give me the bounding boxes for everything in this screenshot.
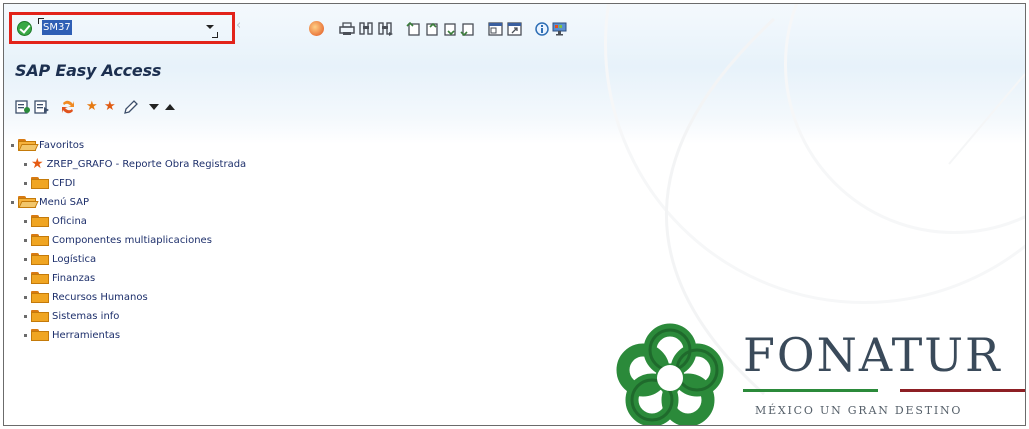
- tree-node-oficina[interactable]: Oficina: [24, 212, 87, 230]
- command-field[interactable]: SM37: [38, 18, 218, 38]
- system-toolbar: SM37 ‹: [4, 4, 1025, 54]
- tree-node-logistica[interactable]: Logística: [24, 250, 96, 268]
- command-field-value[interactable]: SM37: [42, 20, 72, 35]
- tree-node-finanzas[interactable]: Finanzas: [24, 269, 95, 287]
- logo-wordmark: FONATUR: [743, 328, 1002, 382]
- application-toolbar: ★ ★: [15, 97, 225, 117]
- tree-node-componentes[interactable]: Componentes multiaplicaciones: [24, 231, 212, 249]
- tree-node-label: Menú SAP: [39, 196, 90, 208]
- user-menu-icon[interactable]: [15, 99, 31, 115]
- logo-rule-red: [900, 389, 1025, 392]
- other-menu-icon[interactable]: [60, 99, 76, 115]
- tree-bullet: [11, 200, 14, 204]
- next-page-icon[interactable]: [442, 22, 457, 36]
- tree-node-sap-menu[interactable]: Menú SAP: [11, 193, 89, 211]
- customize-layout-icon[interactable]: [552, 22, 567, 36]
- sap-window: SM37 ‹ SAP Easy Access ★ ★ Favoritos ★ Z…: [3, 3, 1026, 426]
- tree-bullet: [24, 314, 27, 318]
- tree-bullet: [24, 333, 27, 337]
- prev-page-icon[interactable]: [424, 22, 439, 36]
- tree-bullet: [24, 238, 27, 242]
- tree-bullet: [24, 257, 27, 261]
- tree-node-sistemas-info[interactable]: Sistemas info: [24, 307, 119, 325]
- tree-node-favorite-folder[interactable]: CFDI: [24, 174, 75, 192]
- page-title: SAP Easy Access: [15, 61, 162, 80]
- tree-bullet: [24, 276, 27, 280]
- back-icon[interactable]: ‹: [236, 18, 241, 33]
- ok-icon[interactable]: [17, 21, 32, 36]
- tree-node-label: Logística: [52, 253, 97, 265]
- folder-icon: [31, 272, 49, 284]
- tree-node-label: Herramientas: [52, 329, 121, 341]
- logo-rule-green: [743, 389, 878, 392]
- delete-favorite-icon[interactable]: ★: [104, 99, 120, 115]
- cancel-icon[interactable]: [309, 21, 324, 36]
- tree-node-label: Componentes multiaplicaciones: [52, 234, 212, 246]
- shortcut-icon[interactable]: [507, 22, 522, 36]
- tree-bullet: [24, 295, 27, 299]
- tree-node-label: CFDI: [52, 177, 76, 189]
- folder-icon: [31, 253, 49, 265]
- field-corner: [212, 32, 218, 38]
- sap-menu-icon[interactable]: [34, 99, 50, 115]
- folder-icon: [31, 234, 49, 246]
- folder-icon: [31, 291, 49, 303]
- find-next-icon[interactable]: [377, 22, 394, 36]
- tree-node-favorites[interactable]: Favoritos: [11, 136, 84, 154]
- tree-node-label: Favoritos: [39, 139, 85, 151]
- add-favorite-icon[interactable]: ★: [86, 99, 102, 115]
- tree-node-label: Sistemas info: [52, 310, 120, 322]
- tree-bullet: [24, 162, 27, 166]
- tree-node-favorite-item[interactable]: ★ ZREP_GRAFO - Reporte Obra Registrada: [24, 155, 246, 173]
- fonatur-logo: FONATUR MÉXICO UN GRAN DESTINO: [610, 318, 1025, 425]
- tree-node-label: Finanzas: [52, 272, 96, 284]
- collapse-arrow-icon[interactable]: [164, 99, 180, 115]
- folder-icon: [31, 177, 49, 189]
- help-icon[interactable]: [535, 22, 549, 36]
- folder-icon: [31, 310, 49, 322]
- folder-open-icon: [18, 196, 39, 208]
- first-page-icon[interactable]: [406, 22, 421, 36]
- find-icon[interactable]: [358, 22, 374, 36]
- separator: [329, 22, 339, 36]
- tree-bullet: [11, 143, 14, 147]
- tree-node-label: Recursos Humanos: [52, 291, 148, 303]
- print-icon[interactable]: [339, 22, 355, 36]
- folder-icon: [31, 329, 49, 341]
- expand-arrow-icon[interactable]: [148, 99, 164, 115]
- last-page-icon[interactable]: [460, 22, 475, 36]
- tree-bullet: [24, 181, 27, 185]
- folder-icon: [31, 215, 49, 227]
- tree-node-label: ZREP_GRAFO - Reporte Obra Registrada: [46, 158, 247, 170]
- change-favorite-icon[interactable]: [122, 99, 138, 115]
- tree-bullet: [24, 219, 27, 223]
- logo-tagline: MÉXICO UN GRAN DESTINO: [755, 404, 963, 417]
- tree-node-recursos-humanos[interactable]: Recursos Humanos: [24, 288, 148, 306]
- tree-node-label: Oficina: [52, 215, 87, 227]
- tree-node-herramientas[interactable]: Herramientas: [24, 326, 120, 344]
- star-icon: ★: [31, 156, 44, 172]
- fonatur-emblem: [616, 323, 724, 425]
- chevron-down-icon[interactable]: [206, 25, 214, 29]
- folder-open-icon: [18, 139, 39, 151]
- create-session-icon[interactable]: [488, 22, 503, 36]
